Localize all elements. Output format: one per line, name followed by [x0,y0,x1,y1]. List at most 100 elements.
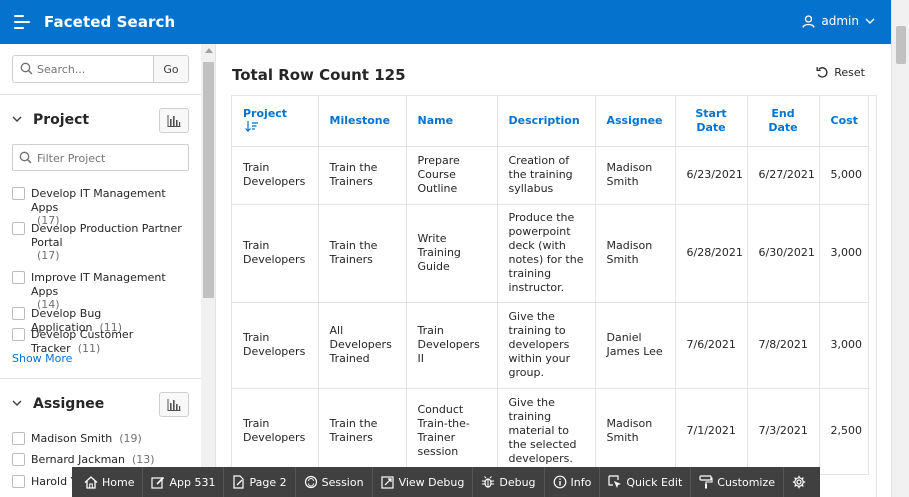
option-label: Develop IT Management Apps [31,187,166,214]
user-name: admin [821,14,859,28]
checkbox[interactable] [12,453,25,466]
column-header-name[interactable]: Name [406,96,498,147]
option-label: Improve IT Management Apps [31,271,166,298]
checkbox[interactable] [12,432,25,445]
cell-assignee: Madison Smith [595,388,676,475]
search-icon [19,151,32,164]
facet-label-project: Project [33,112,90,128]
checkbox[interactable] [12,222,25,235]
cell-project: Train Developers [232,146,319,205]
column-header-milestone[interactable]: Milestone [318,96,407,147]
report-table: Project Milestone Name Description Assig… [232,96,869,475]
facet-chart-button[interactable] [159,392,189,417]
table-row: Train Developers All Developers Trained … [232,302,869,389]
column-header-start-date[interactable]: Start Date [675,96,748,147]
option-count: (19) [119,432,142,445]
reset-button[interactable]: Reset [816,66,865,79]
cell-milestone: Train the Trainers [318,146,407,205]
cell-project: Train Developers [232,302,319,389]
devbar-view-debug-button[interactable]: View Debug [373,467,474,497]
checkbox[interactable] [12,187,25,200]
cell-project: Train Developers [232,388,319,475]
edit-app-icon [151,476,165,489]
table-row: Train Developers Train the Trainers Prep… [232,146,869,205]
divider [0,378,201,379]
cell-start-date: 6/23/2021 [675,146,748,205]
cell-end-date: 6/30/2021 [747,204,820,303]
filter-project-input[interactable] [37,149,182,167]
column-header-assignee[interactable]: Assignee [595,96,676,147]
cell-description: Give the training to developers within y… [497,302,596,389]
info-icon [553,475,566,489]
cell-name: Write Training Guide [406,204,498,303]
chevron-down-icon[interactable] [12,400,22,406]
bug-icon [482,476,495,488]
facet-panel-scrollbar[interactable] [201,44,215,497]
view-debug-icon [380,475,394,489]
session-icon [304,475,317,489]
checkbox[interactable] [12,328,25,341]
table-row: Train Developers Train the Trainers Writ… [232,204,869,303]
devbar-quick-edit-button[interactable]: Quick Edit [600,467,692,497]
devbar-session-button[interactable]: Session [296,467,373,497]
hamburger-menu-icon[interactable] [14,14,32,30]
cell-description: Produce the powerpoint deck (with notes)… [497,204,596,303]
devbar-home-button[interactable]: Home [76,467,144,497]
option-label: Harold Y [31,475,78,488]
facet-panel: Go Project Develop IT Management Apps (17… [0,44,216,497]
app-title[interactable]: Faceted Search [44,13,175,31]
chevron-down-icon[interactable] [12,116,22,122]
devbar-app-button[interactable]: App 531 [143,467,225,497]
gear-icon [792,475,806,489]
user-menu[interactable]: admin [802,14,875,28]
facet-header-assignee[interactable]: Assignee [12,392,189,418]
search-input[interactable] [37,60,152,78]
cell-start-date: 7/6/2021 [675,302,748,389]
edit-page-icon [233,475,245,489]
devbar-customize-button[interactable]: Customize [691,467,785,497]
cell-milestone: Train the Trainers [318,204,407,303]
go-button[interactable]: Go [153,56,188,82]
option-count: (17) [37,249,60,262]
reset-label: Reset [834,66,865,79]
cell-milestone: All Developers Trained [318,302,407,389]
facet-label-assignee: Assignee [33,396,105,412]
scroll-up-arrow-icon[interactable] [205,48,213,53]
sort-icon[interactable] [245,120,259,132]
facet-header-project[interactable]: Project [12,108,189,134]
home-icon [84,475,98,489]
scrollbar-thumb[interactable] [203,62,214,298]
devbar-settings-button[interactable] [784,467,814,497]
option-label: Madison Smith [31,432,113,445]
column-header-end-date[interactable]: End Date [747,96,820,147]
show-more-link[interactable]: Show More [12,352,72,365]
checkbox[interactable] [12,271,25,284]
page-scrollbar[interactable] [891,0,909,497]
devbar-debug-button[interactable]: Debug [473,467,545,497]
report-table-container: Project Milestone Name Description Assig… [231,95,877,497]
devbar-info-button[interactable]: Info [545,467,601,497]
cell-milestone: Train the Trainers [318,388,407,475]
facet-chart-button[interactable] [159,108,189,133]
checkbox[interactable] [12,475,25,488]
devbar-page-button[interactable]: Page 2 [224,467,296,497]
cell-end-date: 7/8/2021 [747,302,820,389]
option-count: (13) [132,453,155,466]
report-region: Total Row Count 125 Reset Project Milest… [216,44,891,497]
cell-cost: 2,500 [819,388,869,475]
column-header-description[interactable]: Description [497,96,596,147]
cell-end-date: 6/27/2021 [747,146,820,205]
scrollbar-thumb[interactable] [896,26,906,64]
developer-toolbar: Home App 531 Page 2 Session View Debug D… [72,467,820,497]
cell-assignee: Madison Smith [595,204,676,303]
checkbox[interactable] [12,307,25,320]
bar-chart-icon [167,114,181,127]
cell-description: Give the training material to the select… [497,388,596,475]
column-header-project[interactable]: Project [232,96,319,147]
chevron-down-icon [865,18,875,24]
divider [0,94,201,95]
cell-name: Prepare Course Outline [406,146,498,205]
cell-start-date: 7/1/2021 [675,388,748,475]
column-header-cost[interactable]: Cost [819,96,869,147]
option-count: (11) [77,341,101,355]
